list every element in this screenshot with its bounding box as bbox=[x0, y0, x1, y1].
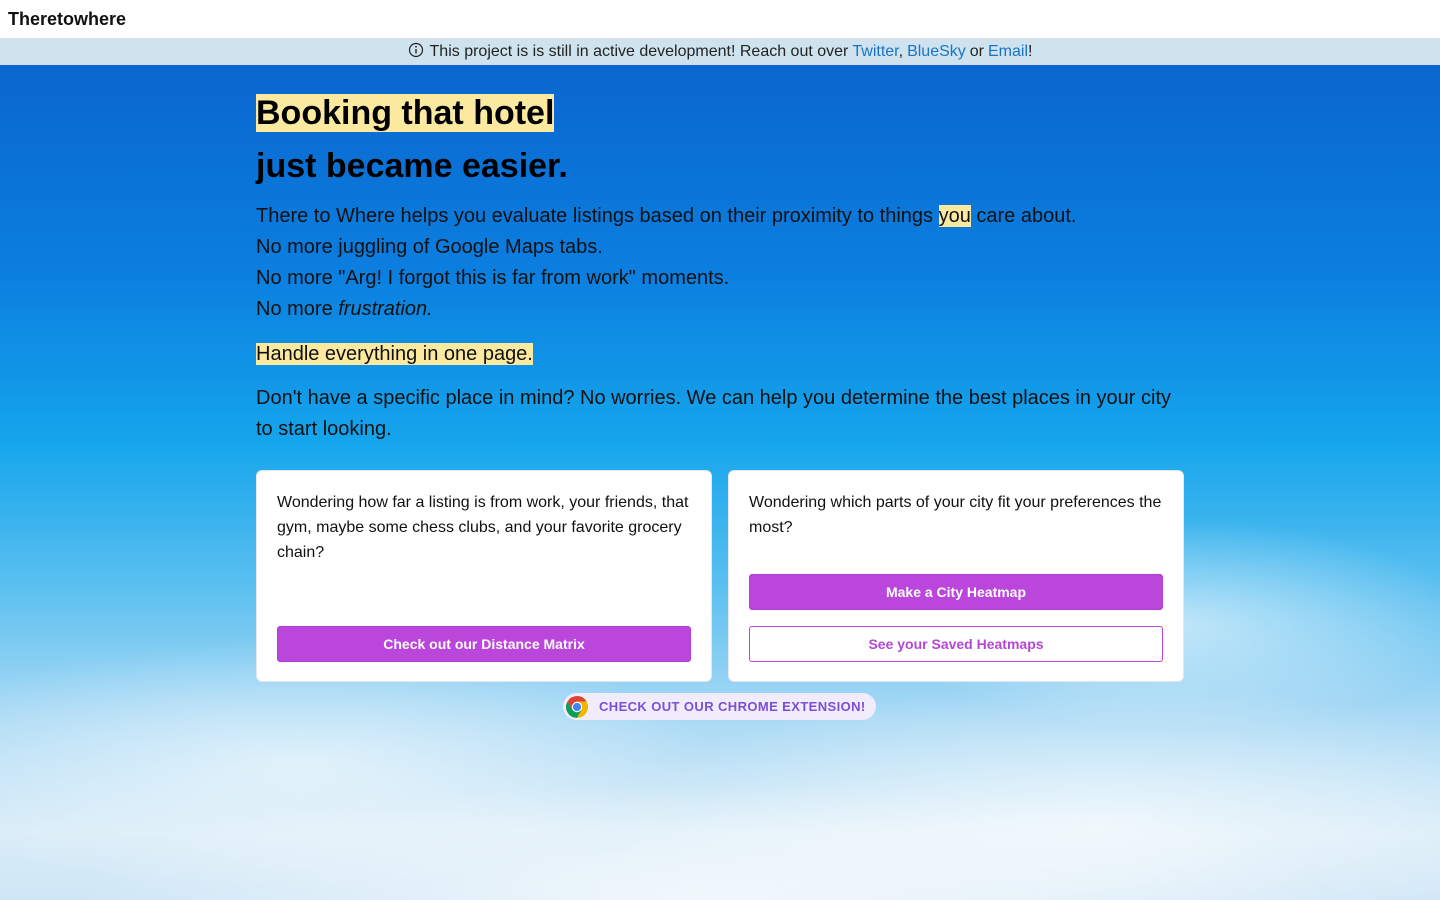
lead-line-2: No more juggling of Google Maps tabs. bbox=[256, 236, 603, 258]
hero-paragraph: Don't have a specific place in mind? No … bbox=[256, 387, 1172, 440]
twitter-link[interactable]: Twitter bbox=[852, 43, 898, 60]
city-heatmap-card: Wondering which parts of your city fit y… bbox=[728, 470, 1184, 682]
hero-lead: There to Where helps you evaluate listin… bbox=[256, 201, 1184, 325]
distance-matrix-card: Wondering how far a listing is from work… bbox=[256, 470, 712, 682]
development-notice-banner: This project is is still in active devel… bbox=[0, 39, 1440, 65]
callout-text: Handle everything in one page. bbox=[256, 341, 1184, 367]
city-heatmap-description: Wondering which parts of your city fit y… bbox=[749, 494, 1162, 536]
notice-or: or bbox=[969, 43, 984, 60]
lead-line-1-pre: There to Where helps you evaluate listin… bbox=[256, 205, 939, 227]
chrome-extension-label: CHECK OUT OUR CHROME EXTENSION! bbox=[599, 699, 866, 714]
lead-line-4-pre: No more bbox=[256, 298, 339, 320]
lead-line-1: There to Where helps you evaluate listin… bbox=[256, 201, 1184, 232]
top-navbar: Theretowhere bbox=[0, 0, 1440, 39]
notice-text: This project is is still in active devel… bbox=[429, 43, 849, 60]
chrome-extension-link[interactable]: CHECK OUT OUR CHROME EXTENSION! bbox=[563, 693, 876, 720]
notice-exclamation: ! bbox=[1028, 43, 1033, 60]
saved-heatmaps-button[interactable]: See your Saved Heatmaps bbox=[749, 626, 1163, 662]
hero-content: Booking that hotel just became easier. T… bbox=[256, 94, 1184, 445]
distance-matrix-button[interactable]: Check out our Distance Matrix bbox=[277, 626, 691, 662]
hero-title: Booking that hotel just became easier. bbox=[256, 94, 1184, 185]
lead-line-4: No more frustration. bbox=[256, 294, 1184, 325]
notice-comma: , bbox=[898, 43, 904, 60]
chrome-icon bbox=[565, 695, 589, 719]
lead-line-4-emphasis: frustration. bbox=[338, 298, 433, 320]
feature-cards: Wondering how far a listing is from work… bbox=[256, 470, 1184, 682]
email-link[interactable]: Email bbox=[988, 43, 1028, 60]
distance-matrix-description: Wondering how far a listing is from work… bbox=[277, 494, 689, 561]
info-icon bbox=[408, 42, 424, 58]
lead-line-3: No more "Arg! I forgot this is far from … bbox=[256, 267, 730, 289]
hero-title-line1: Booking that hotel bbox=[256, 94, 555, 132]
callout-highlight: Handle everything in one page. bbox=[256, 343, 533, 365]
hero-title-line2: just became easier. bbox=[256, 147, 568, 185]
bluesky-link[interactable]: BlueSky bbox=[907, 43, 966, 61]
make-city-heatmap-button[interactable]: Make a City Heatmap bbox=[749, 574, 1163, 610]
lead-line-1-highlight: you bbox=[938, 205, 971, 227]
brand-logo-text[interactable]: Theretowhere bbox=[8, 9, 126, 30]
lead-line-1-post: care about. bbox=[970, 205, 1077, 227]
